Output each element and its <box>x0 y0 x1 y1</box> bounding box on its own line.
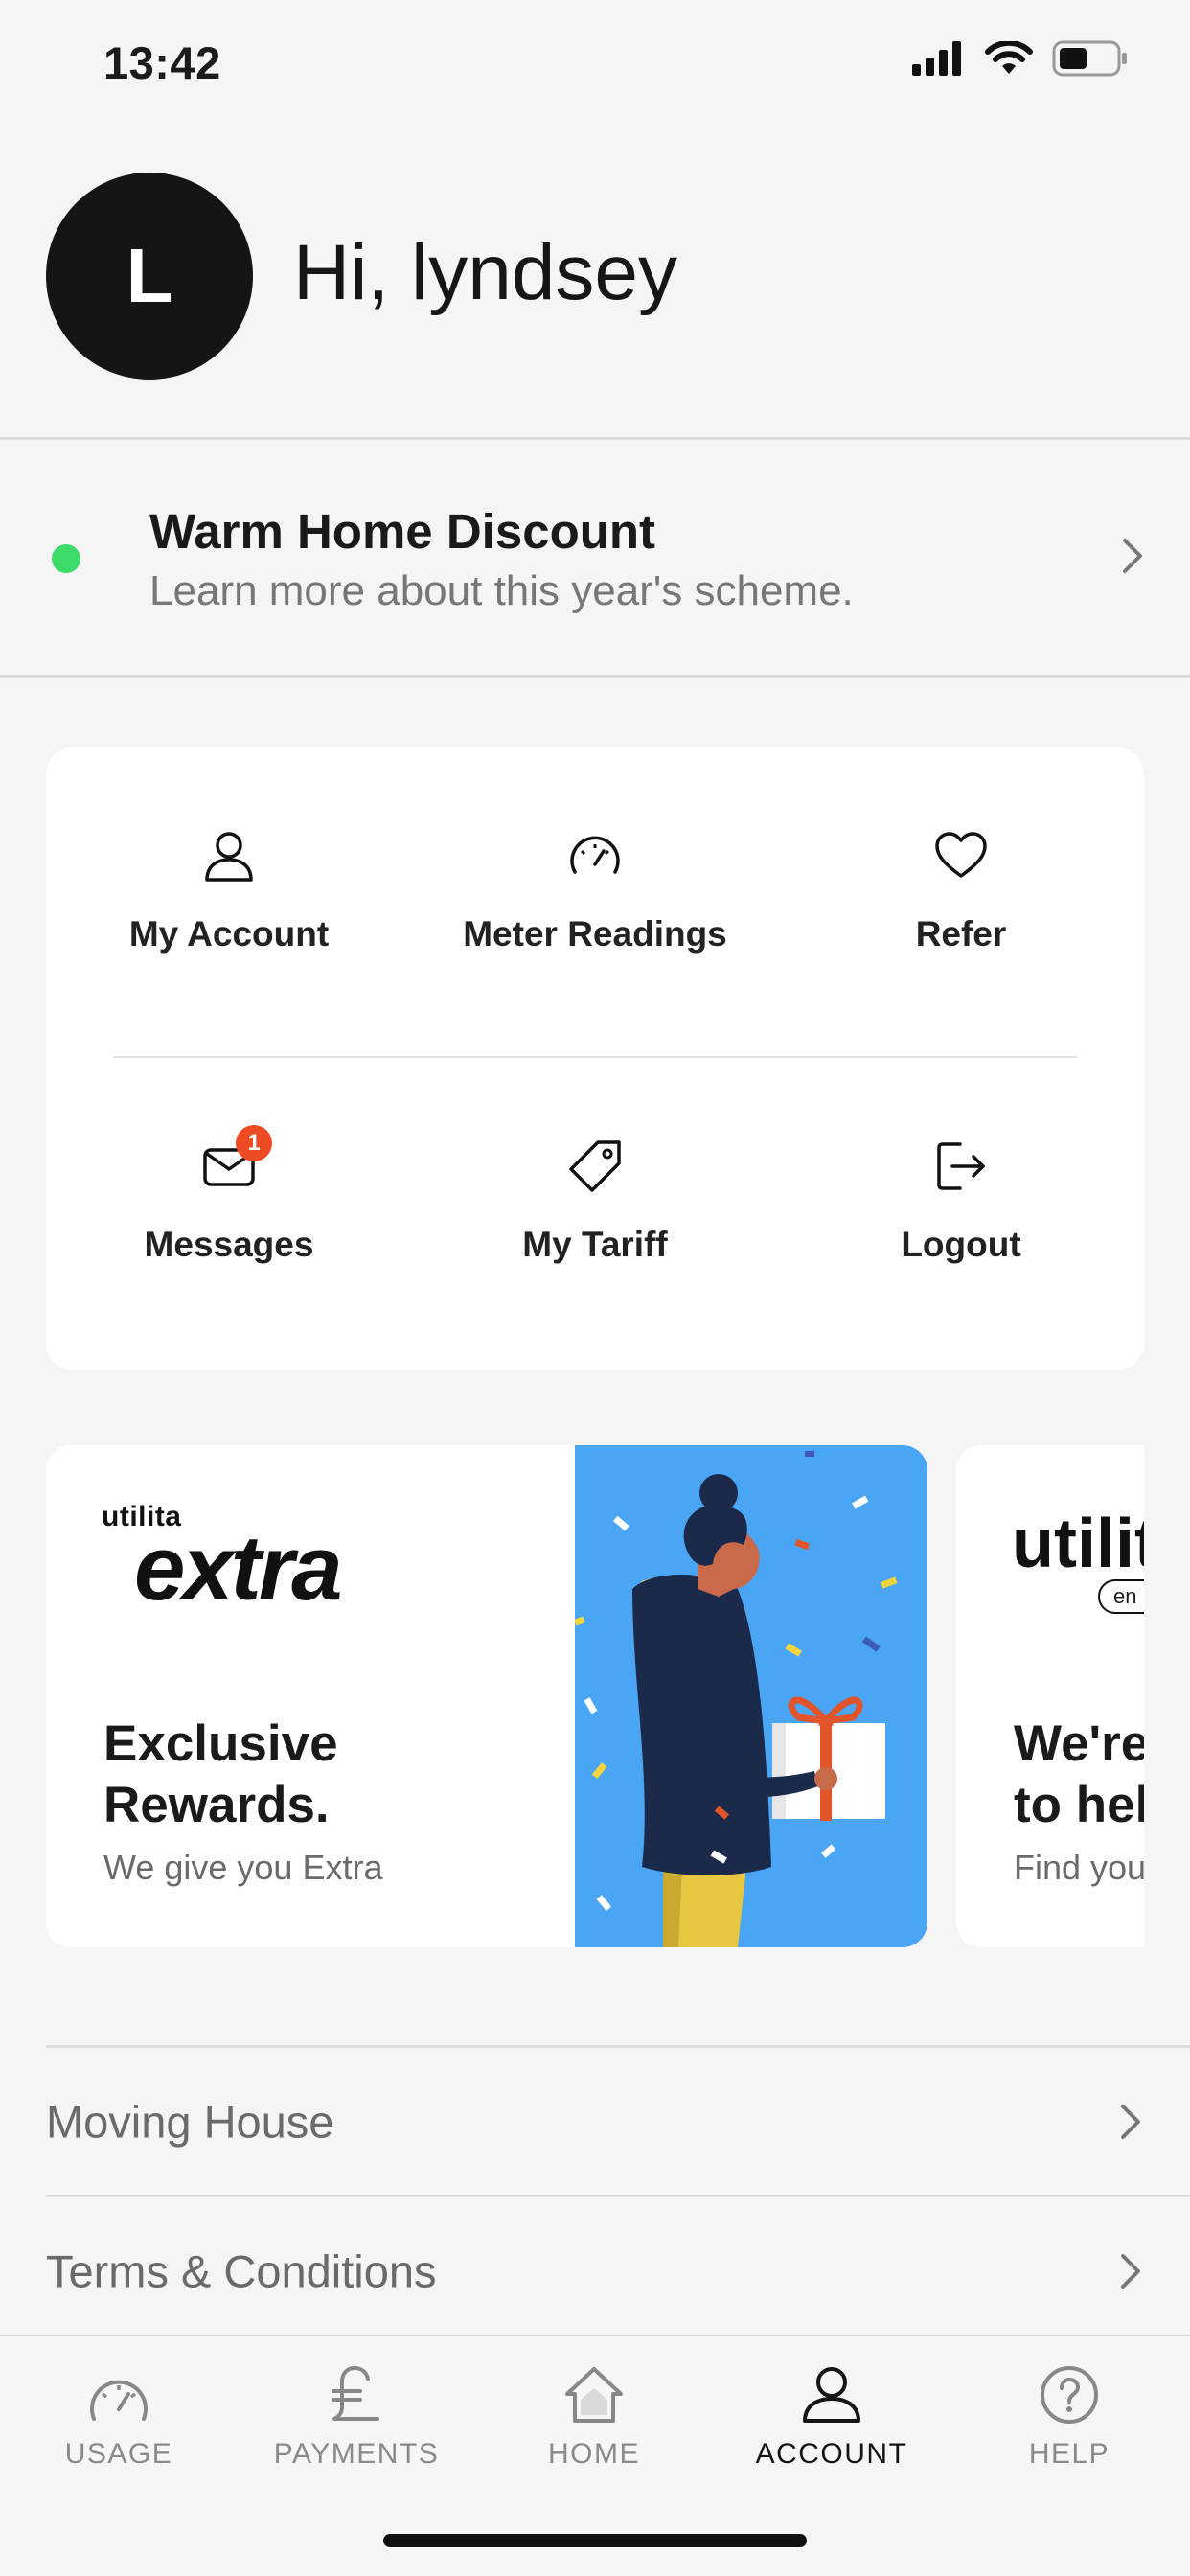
tab-home[interactable]: HOME <box>475 2365 713 2471</box>
quick-actions-card: My Account Meter Readings Refer 1 Messag… <box>46 748 1144 1370</box>
row-label: Terms & Conditions <box>46 2245 437 2296</box>
woman-with-gift-illustration <box>573 1451 898 1947</box>
row-label: Moving House <box>46 2096 334 2147</box>
brand-tag: en <box>1098 1579 1144 1614</box>
brand-small: utilit <box>1012 1506 1144 1582</box>
my-account-action[interactable]: My Account <box>46 826 412 954</box>
action-label: Logout <box>901 1225 1021 1264</box>
unread-badge: 1 <box>236 1125 272 1162</box>
tab-label: ACCOUNT <box>755 2438 908 2470</box>
banner-title: Warm Home Discount <box>149 504 656 559</box>
battery-icon <box>1052 40 1127 77</box>
action-label: Messages <box>144 1225 314 1264</box>
tab-label: HELP <box>1028 2438 1110 2470</box>
tab-label: USAGE <box>64 2438 173 2470</box>
status-time: 13:42 <box>103 37 221 88</box>
promo-headline-2: Rewards. <box>103 1777 330 1833</box>
tab-label: HOME <box>548 2438 640 2470</box>
chevron-right-icon <box>1121 2104 1140 2139</box>
tab-account[interactable]: ACCOUNT <box>713 2365 950 2471</box>
refer-action[interactable]: Refer <box>778 826 1144 954</box>
card-divider <box>113 1056 1077 1058</box>
greeting-text: Hi, lyndsey <box>293 229 678 316</box>
terms-conditions-row[interactable]: Terms & Conditions <box>46 2197 1190 2344</box>
chevron-right-icon <box>1121 2253 1140 2288</box>
gauge-icon <box>90 2380 148 2421</box>
moving-house-row[interactable]: Moving House <box>46 2048 1190 2195</box>
action-label: My Tariff <box>522 1225 668 1264</box>
promo-headline-1: We're <box>1014 1715 1144 1772</box>
status-icons <box>912 40 1129 77</box>
action-label: Refer <box>915 914 1007 954</box>
messages-action[interactable]: 1 Messages <box>46 1125 412 1265</box>
action-label: My Account <box>128 914 330 954</box>
tag-icon <box>569 1140 621 1192</box>
tab-help[interactable]: HELP <box>950 2365 1188 2471</box>
chevron-right-icon <box>1123 539 1142 573</box>
cellular-signal-icon <box>912 41 961 76</box>
user-icon <box>803 2367 860 2423</box>
user-icon <box>205 832 253 882</box>
tab-payments[interactable]: PAYMENTS <box>238 2365 475 2471</box>
promo-headline-1: Exclusive <box>103 1715 338 1772</box>
home-indicator <box>383 2534 807 2547</box>
wifi-icon <box>985 41 1033 74</box>
promo-illustration <box>573 1445 927 1947</box>
home-icon <box>565 2367 623 2423</box>
banner-subtitle: Learn more about this year's scheme. <box>149 567 854 614</box>
promo-subtitle: We give you Extra <box>103 1848 383 1887</box>
meter-readings-action[interactable]: Meter Readings <box>412 826 778 954</box>
promo-subtitle: Find you <box>1014 1848 1144 1887</box>
logout-icon <box>937 1142 985 1190</box>
avatar[interactable]: L <box>46 172 253 380</box>
promo-headline-2: to hel <box>1014 1777 1144 1833</box>
promo-card-extra[interactable]: utilita extra Exclusive Rewards. We give… <box>46 1445 927 1947</box>
gauge-icon <box>570 836 620 874</box>
heart-icon <box>935 832 987 878</box>
action-label: Meter Readings <box>463 914 727 954</box>
tab-label: PAYMENTS <box>273 2438 440 2470</box>
brand-large: extra <box>134 1517 342 1620</box>
divider <box>0 437 1190 440</box>
extra-logo: utilita extra <box>102 1501 342 1620</box>
my-tariff-action[interactable]: My Tariff <box>412 1137 778 1265</box>
tab-usage[interactable]: USAGE <box>0 2365 238 2471</box>
status-dot <box>52 544 80 573</box>
help-icon <box>1041 2366 1098 2424</box>
logout-action[interactable]: Logout <box>778 1137 1144 1265</box>
pound-icon <box>332 2366 379 2421</box>
promo-card-energy[interactable]: utilit en We're to hel Find you <box>956 1445 1144 1947</box>
divider <box>0 675 1190 678</box>
